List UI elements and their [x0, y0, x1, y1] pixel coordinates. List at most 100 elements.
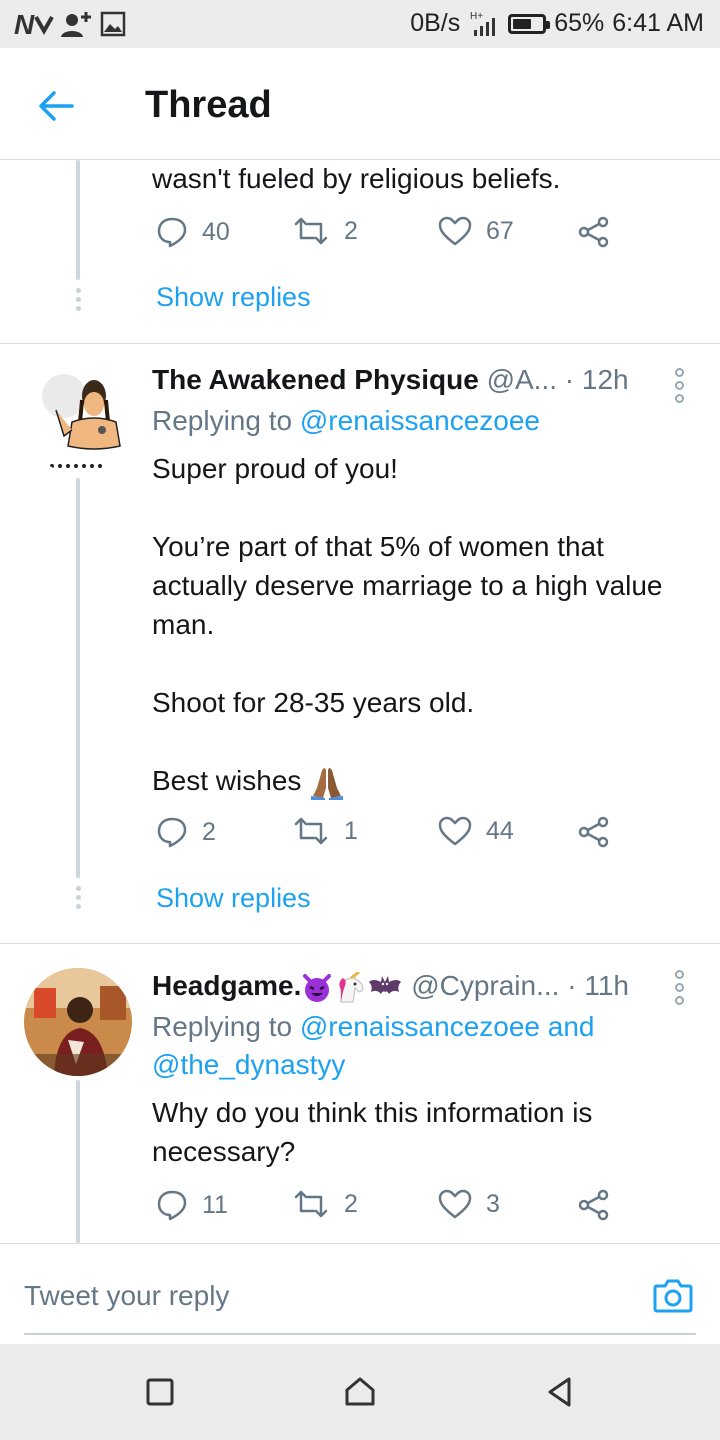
replying-to: Replying to @renaissancezoee and @the_dy… [152, 1008, 672, 1084]
author-name[interactable]: The Awakened Physique [152, 364, 479, 395]
heart-icon [438, 816, 472, 846]
replying-to-label: Replying to [152, 1011, 293, 1042]
tweet-text: Super proud of you! You’re part of that … [152, 449, 700, 800]
tweet-actions: 40 2 67 [152, 216, 622, 256]
retweet-button[interactable]: 2 [292, 216, 358, 246]
clock: 6:41 AM [612, 9, 704, 37]
thread-line [76, 160, 80, 280]
author-name[interactable]: Headgame. [152, 970, 301, 1001]
image-icon [100, 11, 126, 37]
thread-dots [72, 886, 84, 909]
avatar[interactable] [24, 366, 132, 474]
nfc-icon: N [14, 11, 54, 37]
divider [0, 343, 720, 344]
bat-emoji [369, 975, 402, 994]
tweet-author-line: Headgame. @Cyprain... · 11h [152, 968, 692, 1004]
reply-count: 11 [202, 1190, 228, 1219]
replying-to: Replying to @renaissancezoee [152, 402, 672, 440]
battery-icon [508, 13, 551, 34]
share-button[interactable] [578, 1189, 610, 1221]
author-handle[interactable]: @A... [487, 364, 557, 395]
smiling-devil-emoji [303, 973, 332, 1002]
network-speed: 0B/s [410, 9, 461, 37]
replying-to-handle[interactable]: @renaissancezoee [300, 405, 540, 436]
app-header: Thread [0, 48, 720, 160]
reply-icon [157, 1190, 187, 1221]
reply-button[interactable]: 40 [156, 216, 230, 248]
divider [0, 943, 720, 944]
camera-icon [653, 1279, 693, 1313]
heart-icon [438, 1189, 472, 1219]
share-icon [578, 1189, 609, 1221]
avatar-image [24, 968, 132, 1076]
reply-button[interactable]: 2 [156, 816, 216, 848]
battery-percent: 65% [554, 9, 605, 37]
reply-icon [157, 817, 187, 848]
show-replies-link[interactable]: Show replies [156, 282, 311, 313]
more-options-icon[interactable] [672, 368, 686, 403]
like-button[interactable]: 44 [438, 816, 514, 846]
avatar-image [24, 366, 132, 474]
retweet-button[interactable]: 2 [292, 1189, 358, 1219]
share-icon [578, 816, 609, 848]
reply-input-underline [24, 1333, 696, 1335]
back-button[interactable] [30, 82, 82, 130]
status-left-icons: N [14, 10, 126, 38]
signal-icon: H+ [470, 11, 496, 36]
retweet-count: 2 [344, 1189, 358, 1218]
tweet-time: · 12h [564, 364, 629, 395]
author-handle[interactable]: @Cyprain... [411, 970, 559, 1001]
folded-hands-emoji [311, 767, 344, 800]
tweet-text: Why do you think this information is nec… [152, 1097, 593, 1167]
recents-button[interactable] [142, 1374, 178, 1410]
retweet-count: 1 [344, 816, 358, 845]
retweet-icon [294, 1190, 328, 1218]
retweet-count: 2 [344, 216, 358, 245]
tweet-actions: 11 2 3 [152, 1189, 622, 1229]
back-arrow-icon [39, 91, 74, 121]
replying-to-label: Replying to [152, 405, 293, 436]
add-person-icon [61, 12, 91, 37]
tweet-time: · 11h [567, 970, 629, 1001]
like-count: 67 [486, 216, 514, 245]
svg-text:H+: H+ [470, 11, 483, 22]
like-button[interactable]: 3 [438, 1189, 500, 1219]
like-button[interactable]: 67 [438, 216, 514, 246]
share-button[interactable] [578, 216, 610, 248]
reply-input[interactable]: Tweet your reply [24, 1280, 229, 1312]
thread-line [76, 478, 80, 878]
thread-dots [72, 288, 84, 311]
retweet-button[interactable]: 1 [292, 816, 358, 846]
heart-icon [438, 216, 472, 246]
home-button[interactable] [342, 1374, 378, 1410]
tweet-author-line: The Awakened Physique @A... · 12h [152, 362, 692, 398]
share-button[interactable] [578, 816, 610, 848]
square-icon [146, 1378, 174, 1406]
system-nav-bar [0, 1344, 720, 1440]
reply-count: 40 [202, 217, 230, 246]
reply-button[interactable]: 11 [156, 1189, 228, 1221]
status-bar: N 0B/s H+ 65% 6:41 AM [0, 0, 720, 48]
like-count: 44 [486, 816, 514, 845]
reply-composer: Tweet your reply [0, 1243, 720, 1343]
reply-count: 2 [202, 817, 216, 846]
page-title: Thread [145, 84, 272, 126]
home-icon [345, 1377, 375, 1406]
thread-line [76, 1080, 80, 1243]
unicorn-emoji [339, 971, 364, 1003]
retweet-icon [294, 217, 328, 245]
svg-text:N: N [14, 11, 35, 37]
share-icon [578, 216, 609, 248]
tweet-body: Super proud of you! You’re part of that … [152, 453, 663, 796]
tweet-actions: 2 1 44 [152, 816, 622, 856]
retweet-icon [294, 817, 328, 845]
back-nav-button[interactable] [542, 1374, 578, 1410]
tweet-text: wasn't fueled by religious beliefs. [152, 163, 561, 194]
camera-button[interactable] [652, 1274, 694, 1316]
avatar[interactable] [24, 968, 132, 1076]
reply-icon [157, 217, 187, 248]
triangle-back-icon [548, 1377, 571, 1407]
status-right: 0B/s H+ 65% 6:41 AM [410, 9, 704, 38]
more-options-icon[interactable] [672, 970, 686, 1005]
show-replies-link[interactable]: Show replies [156, 883, 311, 914]
